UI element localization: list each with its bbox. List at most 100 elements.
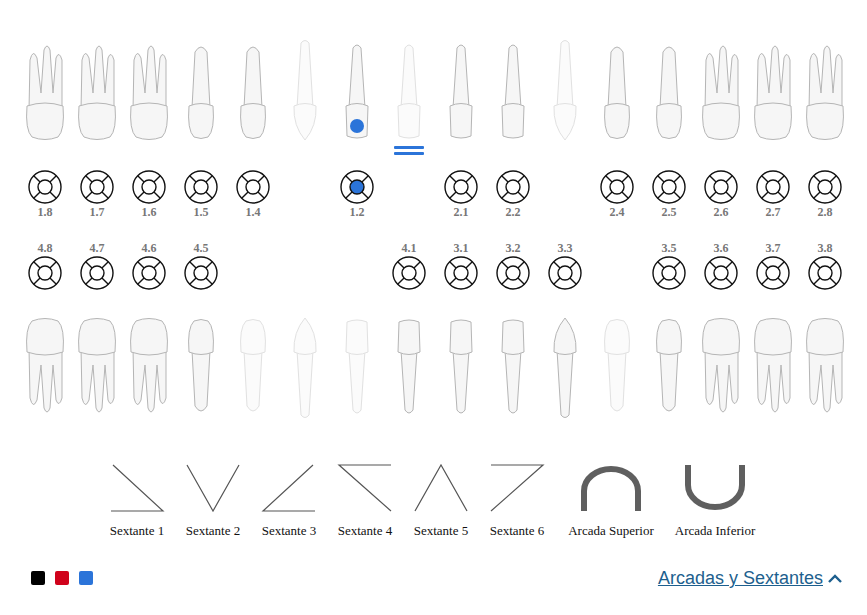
tooth-icon[interactable]: [386, 38, 432, 142]
tooth-icon[interactable]: [438, 38, 484, 142]
sextant-label: Arcada Inferior: [675, 523, 755, 539]
surface-ring-icon[interactable]: [131, 255, 167, 291]
odontogram: 1.81.71.61.51.41.22.12.22.42.52.62.72.84…: [0, 0, 867, 615]
tooth-icon[interactable]: [438, 316, 484, 420]
tooth-icon[interactable]: [594, 316, 640, 420]
surface-ring-icon[interactable]: [495, 169, 531, 205]
tooth-icon[interactable]: [178, 316, 224, 420]
tooth-icon[interactable]: [698, 316, 744, 420]
tooth-icon[interactable]: [74, 316, 120, 420]
tooth-icon[interactable]: [490, 38, 536, 142]
surface-ring-icon[interactable]: [443, 255, 479, 291]
surface-ring-icon[interactable]: [703, 255, 739, 291]
sextant-label: Sextante 5: [414, 523, 469, 539]
surface-ring-icon[interactable]: [807, 169, 843, 205]
sextant-option[interactable]: Arcada Superior: [559, 461, 663, 539]
tooth-icon[interactable]: [282, 38, 328, 142]
sextant-icon: [337, 461, 393, 515]
sextant-option[interactable]: Sextante 3: [251, 461, 327, 539]
surface-ring-icon[interactable]: [651, 169, 687, 205]
surface-ring-icon[interactable]: [755, 255, 791, 291]
sextant-icon: [185, 461, 241, 515]
surface-ring-icon[interactable]: [339, 169, 375, 205]
surface-ring-icon[interactable]: [651, 255, 687, 291]
surface-ring-icon[interactable]: [183, 255, 219, 291]
tooth-icon[interactable]: [334, 316, 380, 420]
arches-sextants-toggle[interactable]: Arcadas y Sextantes: [658, 567, 843, 589]
sextant-option[interactable]: Arcada Inferior: [663, 461, 767, 539]
sextant-option[interactable]: Sextante 4: [327, 461, 403, 539]
arch-icon: [680, 461, 750, 515]
sextant-option[interactable]: Sextante 6: [479, 461, 555, 539]
tooth-number: 4.7: [90, 241, 105, 255]
surface-ring-icon[interactable]: [131, 169, 167, 205]
surface-ring-icon[interactable]: [547, 255, 583, 291]
tooth-number: 2.7: [766, 205, 781, 219]
tooth-icon[interactable]: [542, 316, 588, 420]
tooth-icon[interactable]: [386, 316, 432, 420]
tooth-icon[interactable]: [126, 38, 172, 142]
tooth-number: 4.5: [194, 241, 209, 255]
tooth-icon[interactable]: [646, 38, 692, 142]
chevron-up-icon: [827, 573, 843, 583]
upper-teeth: [0, 38, 867, 156]
surface-ring-icon[interactable]: [79, 255, 115, 291]
tooth-icon[interactable]: [74, 38, 120, 142]
double-line-icon: [394, 146, 424, 155]
sextant-icon: [413, 461, 469, 515]
surface-ring-icon[interactable]: [27, 255, 63, 291]
color-swatch[interactable]: [55, 571, 69, 585]
surface-ring-icon[interactable]: [599, 169, 635, 205]
tooth-icon[interactable]: [646, 316, 692, 420]
surface-ring-icon[interactable]: [807, 255, 843, 291]
surface-ring-icon[interactable]: [79, 169, 115, 205]
tooth-icon[interactable]: [126, 316, 172, 420]
tooth-number: 3.8: [818, 241, 833, 255]
tooth-icon[interactable]: [542, 38, 588, 142]
surface-ring-icon[interactable]: [391, 255, 427, 291]
tooth-number: 1.5: [194, 205, 209, 219]
tooth-number: 4.6: [142, 241, 157, 255]
upper-surfaces: [0, 169, 867, 205]
sextant-option[interactable]: Sextante 5: [403, 461, 479, 539]
color-swatch[interactable]: [79, 571, 93, 585]
surface-ring-icon[interactable]: [703, 169, 739, 205]
tooth-icon[interactable]: [178, 38, 224, 142]
tooth-number: 4.1: [402, 241, 417, 255]
tooth-icon[interactable]: [802, 38, 848, 142]
tooth-number: 3.5: [662, 241, 677, 255]
tooth-icon[interactable]: [230, 38, 276, 142]
tooth-number: 1.8: [38, 205, 53, 219]
surface-ring-icon[interactable]: [183, 169, 219, 205]
sextant-label: Sextante 6: [490, 523, 545, 539]
surface-ring-icon[interactable]: [495, 255, 531, 291]
tooth-icon[interactable]: [802, 316, 848, 420]
surface-ring-icon[interactable]: [755, 169, 791, 205]
color-swatch[interactable]: [31, 571, 45, 585]
surface-ring-icon[interactable]: [443, 169, 479, 205]
tooth-icon[interactable]: [698, 38, 744, 142]
surface-ring-icon[interactable]: [235, 169, 271, 205]
sextant-option[interactable]: Sextante 1: [99, 461, 175, 539]
color-palette: [31, 571, 93, 585]
tooth-icon[interactable]: [22, 316, 68, 420]
tooth-icon[interactable]: [334, 38, 380, 142]
sextant-option[interactable]: Sextante 2: [175, 461, 251, 539]
tooth-number: 2.2: [506, 205, 521, 219]
tooth-icon[interactable]: [490, 316, 536, 420]
sextant-label: Arcada Superior: [568, 523, 654, 539]
tooth-icon[interactable]: [750, 38, 796, 142]
tooth-icon[interactable]: [22, 38, 68, 142]
sextant-label: Sextante 4: [338, 523, 393, 539]
tooth-icon[interactable]: [750, 316, 796, 420]
surface-ring-icon[interactable]: [27, 169, 63, 205]
lower-labels: 4.84.74.64.54.13.13.23.33.53.63.73.8: [0, 241, 867, 255]
sextant-icon: [489, 461, 545, 515]
tooth-number: 3.7: [766, 241, 781, 255]
tooth-icon[interactable]: [282, 316, 328, 420]
tooth-icon[interactable]: [230, 316, 276, 420]
lower-surfaces: [0, 255, 867, 291]
tooth-icon[interactable]: [594, 38, 640, 142]
sextant-label: Sextante 3: [262, 523, 317, 539]
footer: Arcadas y Sextantes: [0, 567, 867, 589]
